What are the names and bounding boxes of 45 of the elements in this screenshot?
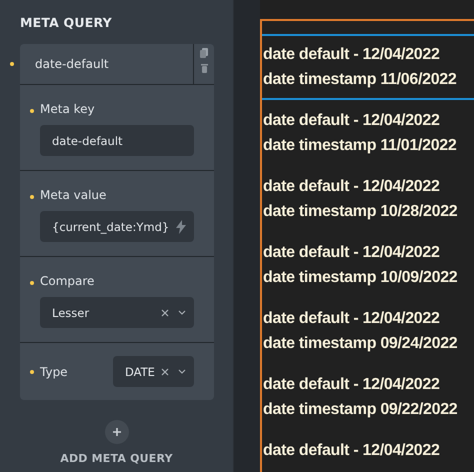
section-title: META QUERY: [19, 14, 113, 32]
post-text: date default - 12/04/2022: [263, 441, 441, 461]
clear-icon[interactable]: [161, 368, 169, 376]
post-item[interactable]: date default - 12/04/2022 date timestamp 11/01/2022: [262, 100, 474, 166]
post-text: date timestamp 10/09/2022: [263, 268, 458, 288]
dot-icon: [10, 62, 14, 66]
post-text: date default - 12/04/2022: [263, 309, 441, 329]
lightning-icon[interactable]: [176, 220, 186, 234]
post-item[interactable]: date default - 12/04/2022 date timestamp 11/06/2022: [262, 34, 474, 100]
post-text: date default - 12/04/2022: [263, 111, 441, 131]
add-button[interactable]: [104, 420, 128, 444]
dot-icon: [30, 109, 34, 113]
text-field[interactable]: date-default: [40, 125, 194, 156]
post-item[interactable]: date default - 12/04/2022 date timestamp 09/24/2022: [262, 298, 474, 364]
query-name[interactable]: date-default: [20, 44, 193, 84]
dot-icon: [30, 370, 34, 374]
dot-icon: [30, 195, 34, 199]
post-text: date default - 12/04/2022: [263, 45, 441, 65]
field-label: Meta value: [40, 188, 108, 202]
copy-icon[interactable]: [200, 48, 208, 58]
post-text: date default - 12/04/2022: [263, 177, 441, 197]
post-text: date timestamp 11/01/2022: [263, 136, 458, 156]
trash-icon[interactable]: [200, 64, 208, 73]
post-item[interactable]: date default - 12/04/2022 date timestamp 10/28/2022: [262, 166, 474, 232]
post-text: date timestamp 10/28/2022: [263, 202, 458, 222]
field-label: Type: [40, 364, 68, 378]
chevron-down-icon: [178, 369, 186, 374]
select-field[interactable]: DATE: [113, 356, 194, 387]
post-text: date default - 12/04/2022: [263, 243, 441, 263]
post-text: date default - 12/04/2022: [263, 375, 441, 395]
post-text: date timestamp 11/06/2022: [263, 70, 458, 90]
post-item[interactable]: date default - 12/04/2022 date timestamp 09/22/2022: [262, 364, 474, 430]
chevron-down-icon: [178, 310, 186, 315]
post-text: date timestamp 09/22/2022: [263, 400, 458, 420]
post-text: date timestamp 09/24/2022: [263, 334, 458, 354]
dot-icon: [30, 281, 34, 285]
post-item[interactable]: date default - 12/04/2022 date timestamp 10/09/2022: [262, 232, 474, 298]
field-label: Compare: [40, 274, 96, 288]
field-label: Meta key: [40, 102, 96, 116]
plus-icon: [112, 427, 122, 437]
clear-icon[interactable]: [161, 308, 169, 316]
text-field[interactable]: {current_date:Ymd}: [40, 211, 194, 242]
select-field[interactable]: Lesser: [40, 297, 194, 328]
post-item[interactable]: date default - 12/04/2022: [262, 430, 474, 472]
add-meta-query-link[interactable]: ADD META QUERY: [60, 452, 173, 465]
